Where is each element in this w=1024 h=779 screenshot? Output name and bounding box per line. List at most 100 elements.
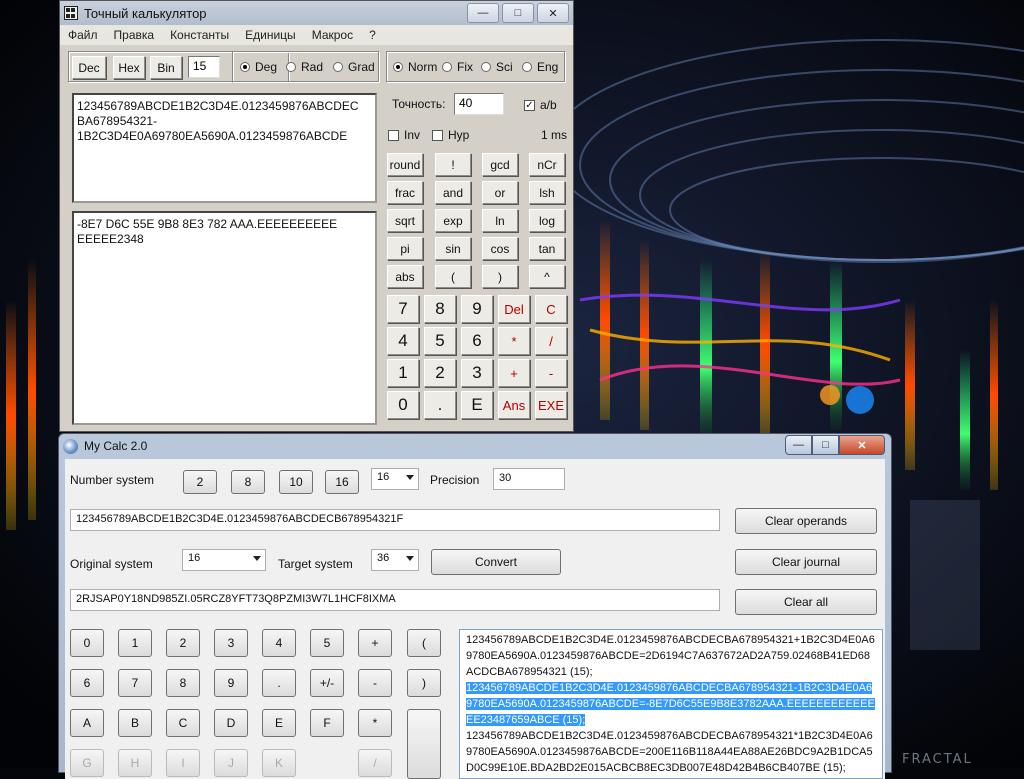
keypad-button-28[interactable]: K xyxy=(262,749,296,777)
journal-entry[interactable]: 123456789ABCDE1B2C3D4E.0123459876ABCDECB… xyxy=(466,632,876,680)
func-button-16[interactable]: abs xyxy=(387,265,423,288)
deg-radio[interactable]: Deg xyxy=(240,60,277,74)
func-button-19[interactable]: ^ xyxy=(529,265,565,288)
keypad-button-13[interactable]: +/- xyxy=(310,669,344,697)
func-button-13[interactable]: sin xyxy=(435,237,471,260)
fraction-checkbox[interactable]: ✓ a/b xyxy=(524,98,557,112)
func-button-11[interactable]: log xyxy=(529,209,565,232)
keypad-button-19[interactable]: D xyxy=(214,709,248,737)
precision-field[interactable]: 40 xyxy=(454,93,504,115)
keypad-button-12[interactable]: . xyxy=(262,669,296,697)
expression-input[interactable]: 123456789ABCDE1B2C3D4E.0123459876ABCDEC … xyxy=(72,93,377,203)
hex-button[interactable]: Hex xyxy=(113,56,145,79)
keypad-button-22[interactable]: * xyxy=(358,709,392,737)
keypad-button-8[interactable]: 6 xyxy=(70,669,104,697)
keypad-button-15[interactable]: ) xyxy=(407,669,441,697)
hyp-checkbox[interactable]: Hyp xyxy=(432,128,469,142)
func-button-18[interactable]: ) xyxy=(482,265,518,288)
norm-radio[interactable]: Norm xyxy=(393,60,437,74)
keypad-button-3[interactable]: 3 xyxy=(214,629,248,657)
func-button-15[interactable]: tan xyxy=(529,237,565,260)
equals-button[interactable] xyxy=(407,709,441,779)
keypad-button-18[interactable]: C xyxy=(166,709,200,737)
key-button-18[interactable]: Ans xyxy=(498,391,530,419)
key-button-3[interactable]: Del xyxy=(498,295,530,323)
func-button-8[interactable]: sqrt xyxy=(387,209,423,232)
menu-macro[interactable]: Макрос xyxy=(304,28,361,42)
key-button-5[interactable]: 4 xyxy=(387,327,419,355)
base-2-button[interactable]: 2 xyxy=(183,470,217,494)
base-8-button[interactable]: 8 xyxy=(231,470,265,494)
func-button-2[interactable]: gcd xyxy=(482,153,518,176)
clear-all-button[interactable]: Clear all xyxy=(735,589,877,615)
result-output[interactable]: -8E7 D6C 55E 9B8 8E3 782 AAA.EEEEEEEEEE … xyxy=(72,211,377,425)
menu-edit[interactable]: Правка xyxy=(106,28,163,42)
my-calc-window[interactable]: My Calc 2.0 — □ ✕ Number system 2 8 10 1… xyxy=(58,433,892,779)
key-button-14[interactable]: - xyxy=(535,359,567,387)
precision-field[interactable]: 30 xyxy=(493,468,565,490)
key-button-7[interactable]: 6 xyxy=(461,327,493,355)
minimize-button[interactable]: — xyxy=(785,435,812,455)
convert-button[interactable]: Convert xyxy=(431,549,561,575)
fix-radio[interactable]: Fix xyxy=(442,60,473,74)
key-button-8[interactable]: * xyxy=(498,327,530,355)
keypad-button-30[interactable]: / xyxy=(358,749,392,777)
func-button-12[interactable]: pi xyxy=(387,237,423,260)
key-button-15[interactable]: 0 xyxy=(387,391,419,419)
bin-button[interactable]: Bin xyxy=(150,56,182,79)
maximize-button[interactable]: □ xyxy=(812,435,839,455)
maximize-button[interactable]: □ xyxy=(502,3,534,23)
original-system-select[interactable]: 16 xyxy=(182,549,266,571)
menu-constants[interactable]: Константы xyxy=(162,28,237,42)
minimize-button[interactable]: — xyxy=(467,3,499,23)
menu-units[interactable]: Единицы xyxy=(237,28,304,42)
func-button-17[interactable]: ( xyxy=(435,265,471,288)
key-button-2[interactable]: 9 xyxy=(461,295,493,323)
result-field[interactable]: 2RJSAP0Y18ND985ZI.05RCZ8YFT73Q8PZMI3W7L1… xyxy=(70,589,720,611)
key-button-10[interactable]: 1 xyxy=(387,359,419,387)
func-button-6[interactable]: or xyxy=(482,181,518,204)
eng-radio[interactable]: Eng xyxy=(522,60,558,74)
keypad-button-0[interactable]: 0 xyxy=(70,629,104,657)
digits-field[interactable]: 15 xyxy=(188,56,220,78)
key-button-11[interactable]: 2 xyxy=(424,359,456,387)
keypad-button-21[interactable]: F xyxy=(310,709,344,737)
clear-operands-button[interactable]: Clear operands xyxy=(735,508,877,534)
keypad-button-11[interactable]: 9 xyxy=(214,669,248,697)
keypad-button-24[interactable]: G xyxy=(70,749,104,777)
key-button-17[interactable]: E xyxy=(461,391,493,419)
journal-entry[interactable]: 123456789ABCDE1B2C3D4E.0123459876ABCDECB… xyxy=(466,680,876,728)
keypad-button-9[interactable]: 7 xyxy=(118,669,152,697)
keypad-button-27[interactable]: J xyxy=(214,749,248,777)
keypad-button-4[interactable]: 4 xyxy=(262,629,296,657)
keypad-button-6[interactable]: + xyxy=(358,629,392,657)
number-system-select[interactable]: 16 xyxy=(371,468,419,490)
func-button-10[interactable]: ln xyxy=(482,209,518,232)
precise-calculator-window[interactable]: Точный калькулятор — □ ✕ Файл Правка Кон… xyxy=(59,0,574,432)
keypad-button-20[interactable]: E xyxy=(262,709,296,737)
key-button-1[interactable]: 8 xyxy=(424,295,456,323)
func-button-4[interactable]: frac xyxy=(387,181,423,204)
close-button[interactable]: ✕ xyxy=(537,3,569,23)
key-button-12[interactable]: 3 xyxy=(461,359,493,387)
target-system-select[interactable]: 36 xyxy=(371,549,419,571)
keypad-button-7[interactable]: ( xyxy=(407,629,441,657)
keypad-button-26[interactable]: I xyxy=(166,749,200,777)
func-button-5[interactable]: and xyxy=(435,181,471,204)
func-button-9[interactable]: exp xyxy=(435,209,471,232)
keypad-button-25[interactable]: H xyxy=(118,749,152,777)
keypad-button-17[interactable]: B xyxy=(118,709,152,737)
title-bar[interactable]: My Calc 2.0 — □ ✕ xyxy=(59,434,891,458)
keypad-button-1[interactable]: 1 xyxy=(118,629,152,657)
title-bar[interactable]: Точный калькулятор — □ ✕ xyxy=(60,1,573,25)
func-button-1[interactable]: ! xyxy=(435,153,471,176)
keypad-button-2[interactable]: 2 xyxy=(166,629,200,657)
key-button-6[interactable]: 5 xyxy=(424,327,456,355)
inv-checkbox[interactable]: Inv xyxy=(388,128,420,142)
base-10-button[interactable]: 10 xyxy=(279,470,313,494)
journal-list[interactable]: 123456789ABCDE1B2C3D4E.0123459876ABCDECB… xyxy=(459,629,883,779)
rad-radio[interactable]: Rad xyxy=(286,60,323,74)
func-button-14[interactable]: cos xyxy=(482,237,518,260)
grad-radio[interactable]: Grad xyxy=(333,60,375,74)
keypad-button-5[interactable]: 5 xyxy=(310,629,344,657)
